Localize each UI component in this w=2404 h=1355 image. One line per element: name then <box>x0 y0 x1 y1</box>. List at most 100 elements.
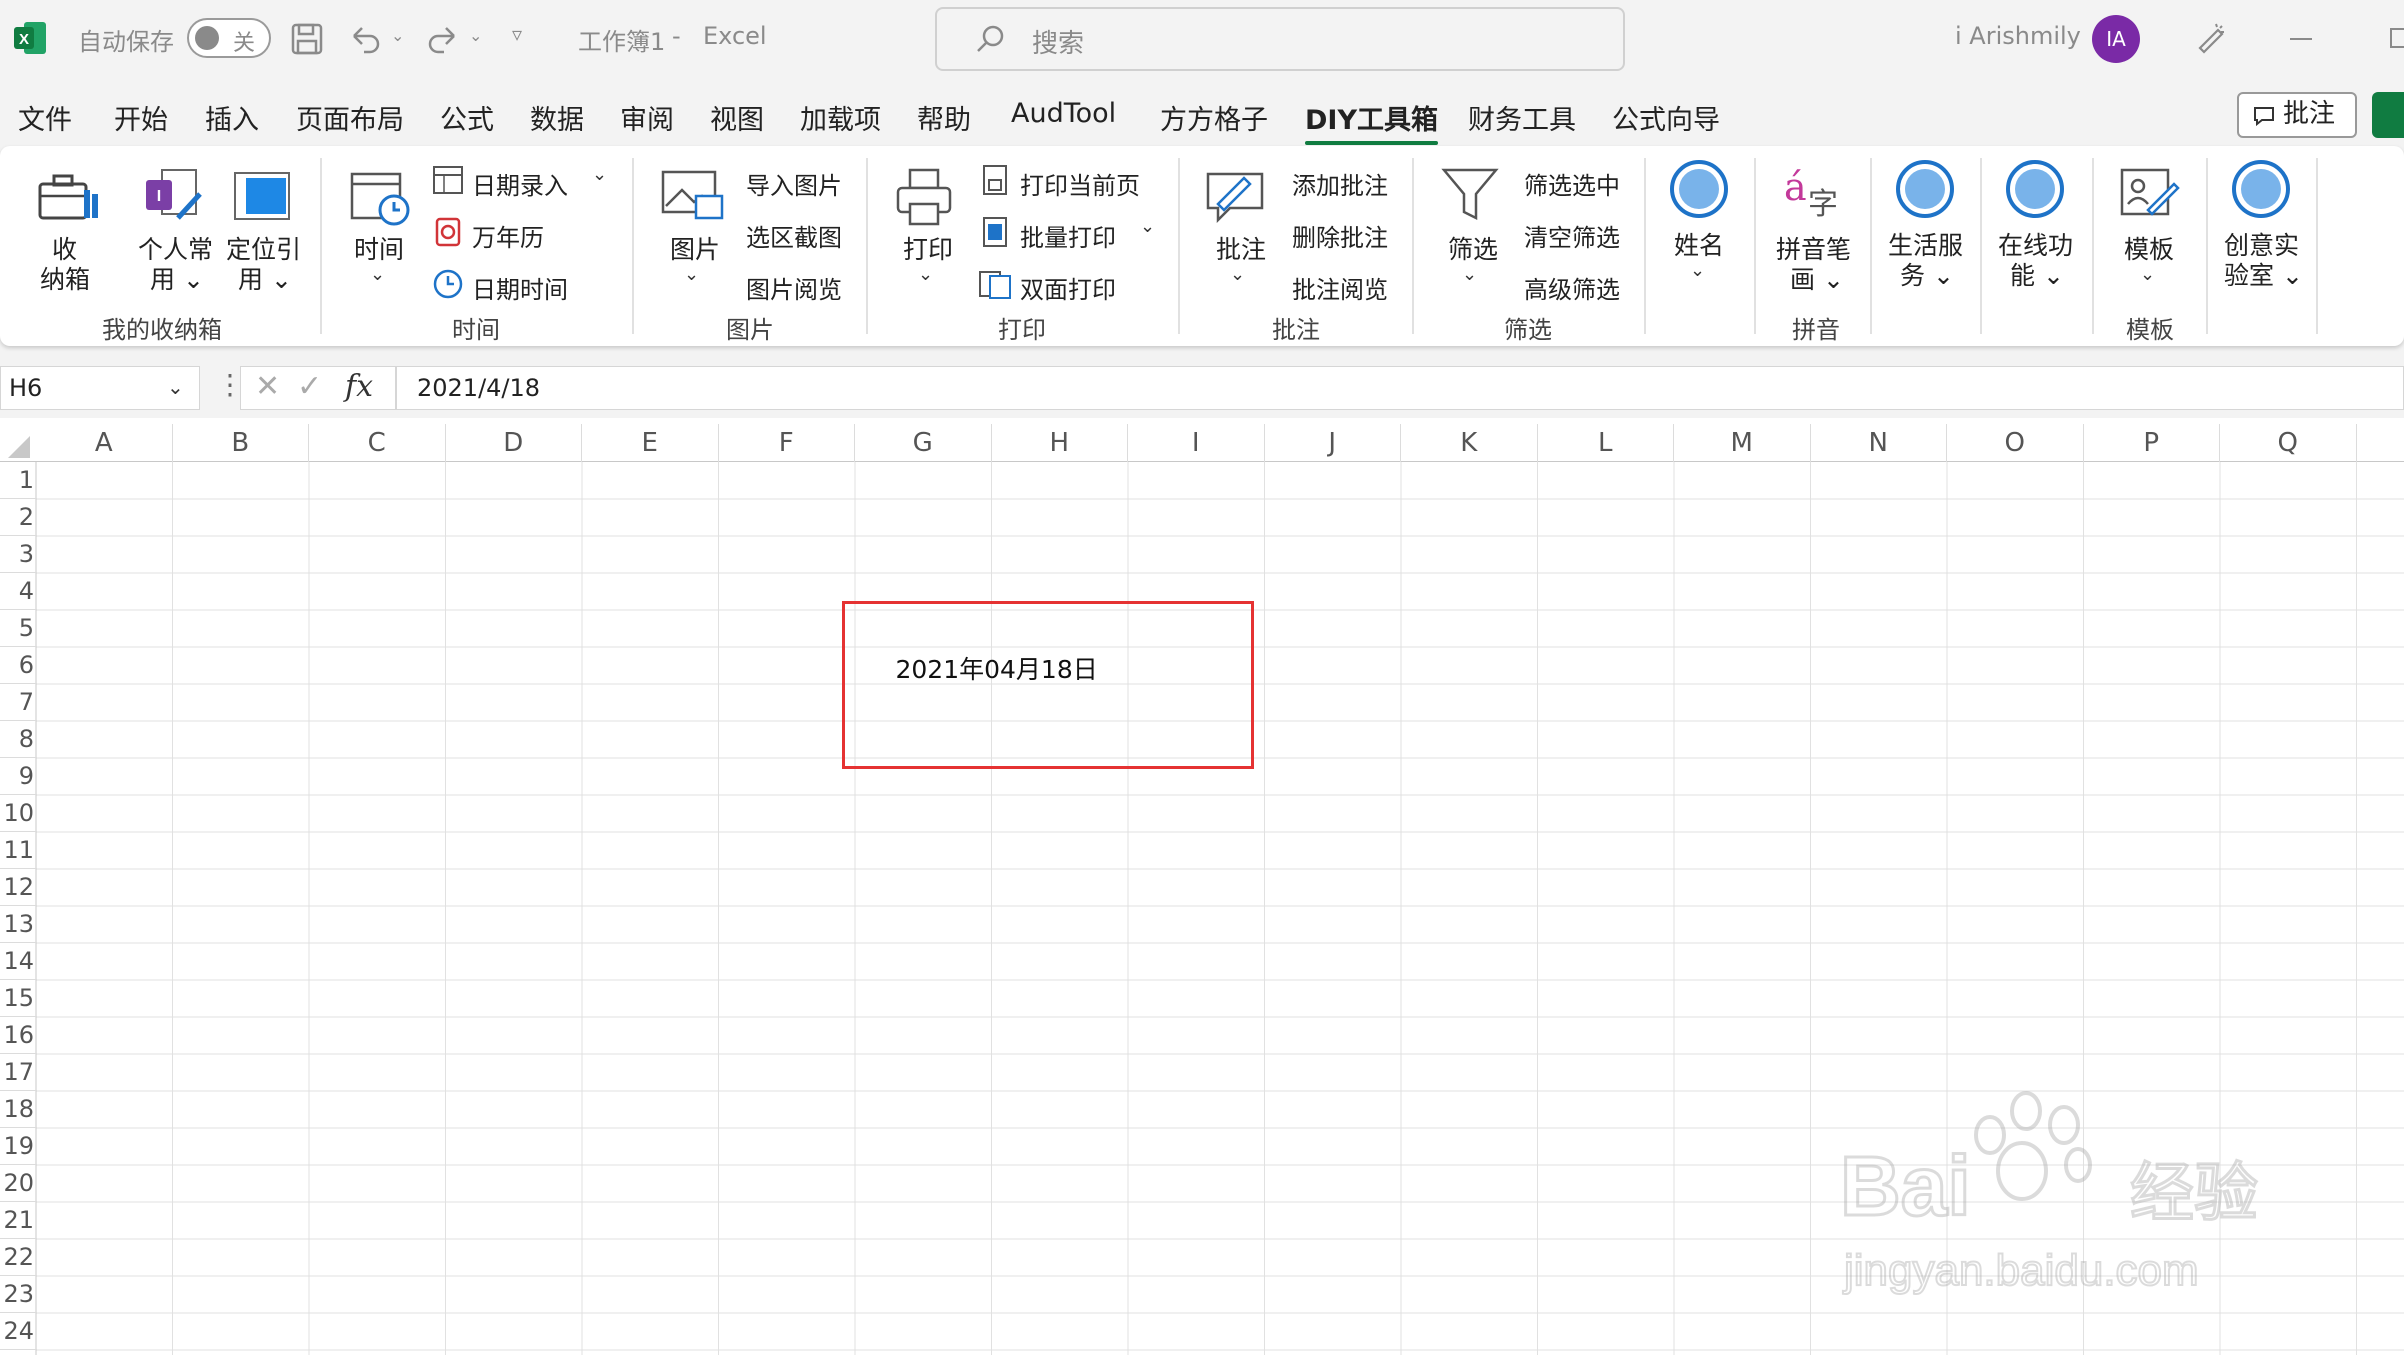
filter-selected-button[interactable]: 筛选选中 <box>1524 166 1620 201</box>
filter-funnel-icon[interactable] <box>1440 164 1500 226</box>
row-header-10[interactable]: 10 <box>0 795 36 832</box>
image-icon[interactable] <box>660 166 726 228</box>
life-service-circle-icon[interactable] <box>1896 160 1954 218</box>
tab-addins[interactable]: 加载项 <box>800 98 881 137</box>
column-header-a[interactable]: A <box>36 424 173 462</box>
column-header-d[interactable]: D <box>446 424 582 462</box>
row-header-23[interactable]: 23 <box>0 1276 36 1313</box>
avatar[interactable]: IA <box>2092 15 2140 63</box>
tab-data[interactable]: 数据 <box>530 98 584 137</box>
import-image-button[interactable]: 导入图片 <box>746 166 842 201</box>
creative-lab-circle-icon[interactable] <box>2232 160 2290 218</box>
column-header-i[interactable]: I <box>1128 424 1265 462</box>
column-header-e[interactable]: E <box>582 424 719 462</box>
insert-function-icon[interactable]: fx <box>345 369 373 404</box>
browse-comment-button[interactable]: 批注阅览 <box>1292 270 1388 305</box>
clear-filter-button[interactable]: 清空筛选 <box>1524 218 1620 253</box>
comments-button[interactable]: 批注 <box>2237 92 2357 138</box>
image-dropdown-icon[interactable]: ⌄ <box>684 264 699 285</box>
row-header-13[interactable]: 13 <box>0 906 36 943</box>
tab-audtool[interactable]: AudTool <box>1011 98 1116 129</box>
user-name[interactable]: i Arishmily <box>1955 22 2081 50</box>
minimize-icon[interactable] <box>2290 38 2312 40</box>
date-entry-dropdown-icon[interactable]: ⌄ <box>592 164 607 185</box>
row-header-5[interactable]: 5 <box>0 610 36 647</box>
clock-calendar-icon[interactable] <box>348 166 414 228</box>
name-dropdown-icon[interactable]: ⌄ <box>1690 260 1705 281</box>
template-icon[interactable] <box>2118 164 2182 224</box>
print-current-page-button[interactable]: 打印当前页 <box>1020 166 1140 201</box>
row-header-19[interactable]: 19 <box>0 1128 36 1165</box>
row-header-15[interactable]: 15 <box>0 980 36 1017</box>
formula-input[interactable]: 2021/4/18 <box>396 366 2404 410</box>
row-header-16[interactable]: 16 <box>0 1017 36 1054</box>
column-header-q[interactable]: Q <box>2220 424 2357 462</box>
advanced-filter-button[interactable]: 高级筛选 <box>1524 270 1620 305</box>
redo-dropdown-icon[interactable]: ⌄ <box>469 26 482 45</box>
tab-file[interactable]: 文件 <box>18 98 72 137</box>
row-header-8[interactable]: 8 <box>0 721 36 758</box>
row-header-9[interactable]: 9 <box>0 758 36 795</box>
online-feature-circle-icon[interactable] <box>2006 160 2064 218</box>
customize-toolbar-icon[interactable]: ▿ <box>512 22 522 46</box>
row-header-14[interactable]: 14 <box>0 943 36 980</box>
comment-dropdown-icon[interactable]: ⌄ <box>1230 264 1245 285</box>
date-entry-button[interactable]: 日期录入 <box>472 166 568 201</box>
excel-logo-icon[interactable]: X <box>14 20 48 56</box>
image-browse-button[interactable]: 图片阅览 <box>746 270 842 305</box>
search-box[interactable]: 搜索 <box>935 7 1625 71</box>
template-dropdown-icon[interactable]: ⌄ <box>2140 264 2155 285</box>
tab-page-layout[interactable]: 页面布局 <box>296 98 404 137</box>
tab-formulas[interactable]: 公式 <box>440 98 494 137</box>
add-comment-button[interactable]: 添加批注 <box>1292 166 1388 201</box>
select-all-corner-icon[interactable] <box>6 434 32 460</box>
column-header-j[interactable]: J <box>1265 424 1401 462</box>
tab-insert[interactable]: 插入 <box>205 98 259 137</box>
name-circle-icon[interactable] <box>1670 160 1728 218</box>
row-header-20[interactable]: 20 <box>0 1165 36 1202</box>
tab-review[interactable]: 审阅 <box>620 98 674 137</box>
column-header-p[interactable]: P <box>2084 424 2220 462</box>
toolbox-icon[interactable] <box>36 170 100 224</box>
redo-icon[interactable] <box>426 22 460 56</box>
row-header-18[interactable]: 18 <box>0 1091 36 1128</box>
designer-pen-icon[interactable] <box>2192 20 2228 56</box>
enter-check-icon[interactable]: ✓ <box>297 369 322 404</box>
duplex-print-button[interactable]: 双面打印 <box>1020 270 1116 305</box>
column-header-n[interactable]: N <box>1811 424 1947 462</box>
row-header-4[interactable]: 4 <box>0 573 36 610</box>
batch-print-button[interactable]: 批量打印 <box>1020 218 1116 253</box>
time-dropdown-icon[interactable]: ⌄ <box>370 264 385 285</box>
name-box[interactable]: H6 ⌄ <box>0 366 200 410</box>
column-header-h[interactable]: H <box>992 424 1128 462</box>
row-header-11[interactable]: 11 <box>0 832 36 869</box>
datetime-button[interactable]: 日期时间 <box>472 270 568 305</box>
row-header-6[interactable]: 6 <box>0 647 36 684</box>
save-icon[interactable] <box>290 22 324 56</box>
filter-dropdown-icon[interactable]: ⌄ <box>1462 264 1477 285</box>
perpetual-calendar-button[interactable]: 万年历 <box>472 218 544 253</box>
region-screenshot-button[interactable]: 选区截图 <box>746 218 842 253</box>
row-header-2[interactable]: 2 <box>0 499 36 536</box>
row-header-17[interactable]: 17 <box>0 1054 36 1091</box>
column-header-g[interactable]: G <box>855 424 992 462</box>
column-header-c[interactable]: C <box>309 424 446 462</box>
row-header-22[interactable]: 22 <box>0 1239 36 1276</box>
column-header-o[interactable]: O <box>1947 424 2084 462</box>
comment-pen-icon[interactable] <box>1204 164 1268 226</box>
undo-icon[interactable] <box>348 22 382 56</box>
autosave-toggle[interactable]: 关 <box>187 18 271 58</box>
column-header-f[interactable]: F <box>719 424 855 462</box>
tab-finance-tools[interactable]: 财务工具 <box>1468 98 1576 137</box>
tab-view[interactable]: 视图 <box>710 98 764 137</box>
tab-fangfanggezi[interactable]: 方方格子 <box>1160 98 1268 137</box>
printer-icon[interactable] <box>894 166 954 228</box>
row-header-12[interactable]: 12 <box>0 869 36 906</box>
tab-diy-toolbox[interactable]: DIY工具箱 <box>1305 98 1439 145</box>
tab-home[interactable]: 开始 <box>114 98 168 137</box>
column-header-l[interactable]: L <box>1538 424 1674 462</box>
share-button[interactable] <box>2372 92 2404 138</box>
cancel-icon[interactable]: ✕ <box>255 369 280 404</box>
undo-dropdown-icon[interactable]: ⌄ <box>391 26 404 45</box>
maximize-icon[interactable] <box>2390 28 2404 48</box>
